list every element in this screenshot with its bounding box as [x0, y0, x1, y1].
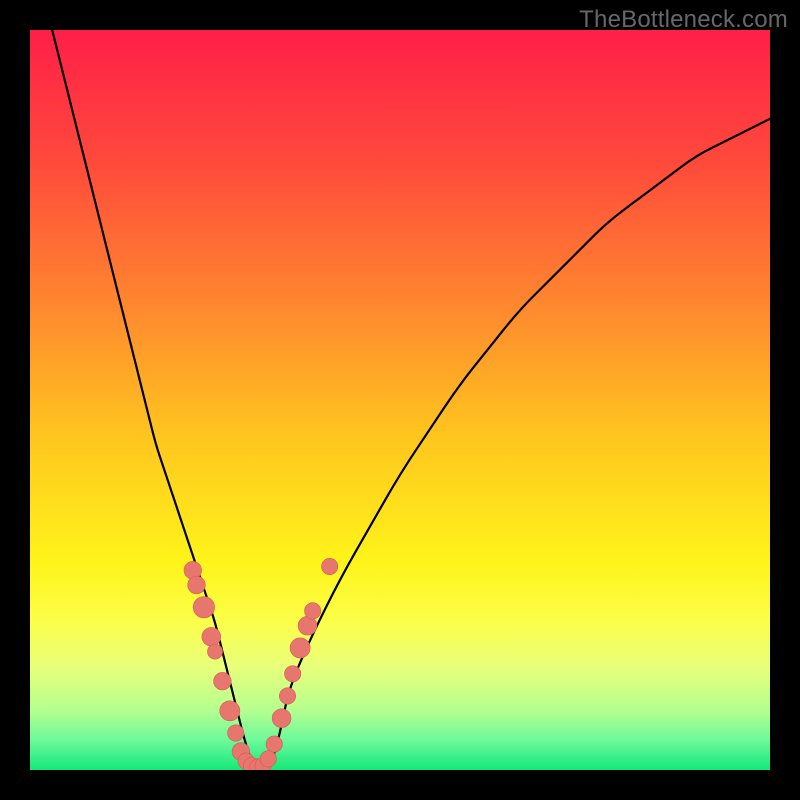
- data-marker: [285, 666, 301, 682]
- data-marker: [272, 709, 291, 728]
- data-marker: [214, 672, 232, 690]
- chart-frame: TheBottleneck.com: [0, 0, 800, 800]
- data-marker: [266, 736, 282, 752]
- data-marker: [202, 627, 221, 646]
- data-marker: [228, 725, 244, 741]
- plot-area: [30, 30, 770, 770]
- data-marker: [207, 644, 222, 659]
- data-marker: [220, 701, 240, 721]
- data-marker: [260, 751, 276, 767]
- curve-overlay: [30, 30, 770, 770]
- data-marker: [322, 558, 338, 574]
- data-marker: [188, 576, 206, 594]
- data-markers: [184, 558, 338, 770]
- watermark-text: TheBottleneck.com: [579, 6, 788, 34]
- data-marker: [279, 688, 295, 704]
- bottleneck-curve: [52, 30, 770, 770]
- data-marker: [305, 603, 321, 619]
- data-marker: [193, 597, 214, 618]
- data-marker: [290, 638, 310, 658]
